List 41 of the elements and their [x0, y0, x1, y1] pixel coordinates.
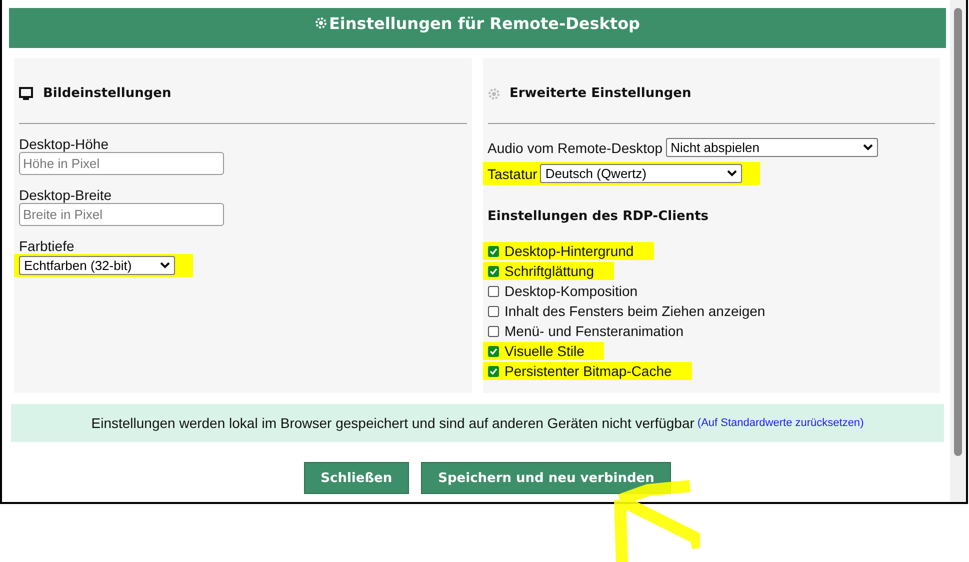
caret-icon: [160, 262, 170, 269]
gear-icon: [488, 88, 500, 100]
dropdown[interactable]: Deutsch (Qwertz): [540, 164, 742, 183]
checkbox-option[interactable]: Visuelle Stile: [482, 342, 604, 360]
checkbox-option[interactable]: Desktop-Komposition: [482, 282, 658, 300]
checkbox[interactable]: [488, 286, 498, 296]
checkbox[interactable]: [488, 306, 498, 316]
dialog-title: Einstellungen für Remote-Desktop: [314, 12, 640, 34]
scrollbar[interactable]: [950, 0, 966, 502]
subsection-heading: Einstellungen des RDP-Clients: [488, 209, 710, 224]
checkbox[interactable]: [488, 266, 498, 276]
checkbox[interactable]: [488, 366, 498, 376]
dropdown[interactable]: Nicht abspielen: [666, 138, 878, 157]
field-label: Desktop-Höhe: [19, 136, 110, 152]
monitor-icon: [19, 86, 33, 100]
section-heading: Erweiterte Einstellungen: [510, 86, 692, 101]
save-button[interactable]: Speichern und neu verbinden: [421, 462, 672, 494]
input-field[interactable]: Breite in Pixel: [19, 203, 224, 226]
checkbox-option[interactable]: Schriftglättung: [482, 262, 614, 280]
gear-icon: [314, 17, 327, 29]
info-text: Einstellungen werden lokal im Browser gespeichert und sind auf anderen Geräten nicht verfügbar: [91, 415, 694, 431]
checkbox-option[interactable]: Persistenter Bitmap-Cache: [482, 362, 692, 380]
checkbox[interactable]: [488, 246, 498, 256]
checkbox[interactable]: [488, 326, 498, 336]
checkbox-option[interactable]: Desktop-Hintergrund: [482, 242, 654, 260]
field-label: Tastatur: [488, 166, 538, 182]
checkbox-option[interactable]: Inhalt des Fensters beim Ziehen anzeigen: [482, 302, 786, 320]
close-button[interactable]: Schließen: [304, 462, 410, 494]
caret-icon: [727, 170, 738, 177]
checkbox[interactable]: [488, 346, 498, 356]
input-field[interactable]: Höhe in Pixel: [19, 152, 224, 175]
reset-link[interactable]: Auf Standardwerte zurücksetzen: [701, 417, 860, 429]
section-heading: Bildeinstellungen: [43, 86, 172, 101]
field-label: Audio vom Remote-Desktop: [488, 140, 663, 156]
field-label: Farbtiefe: [19, 238, 76, 254]
checkbox-option[interactable]: Menü- und Fensteranimation: [482, 322, 704, 340]
parenthesis: ): [860, 417, 864, 429]
dropdown[interactable]: Echtfarben (32-bit): [19, 256, 175, 275]
field-label: Desktop-Breite: [19, 187, 113, 203]
caret-icon: [862, 144, 873, 151]
parenthesis: (: [697, 417, 702, 429]
